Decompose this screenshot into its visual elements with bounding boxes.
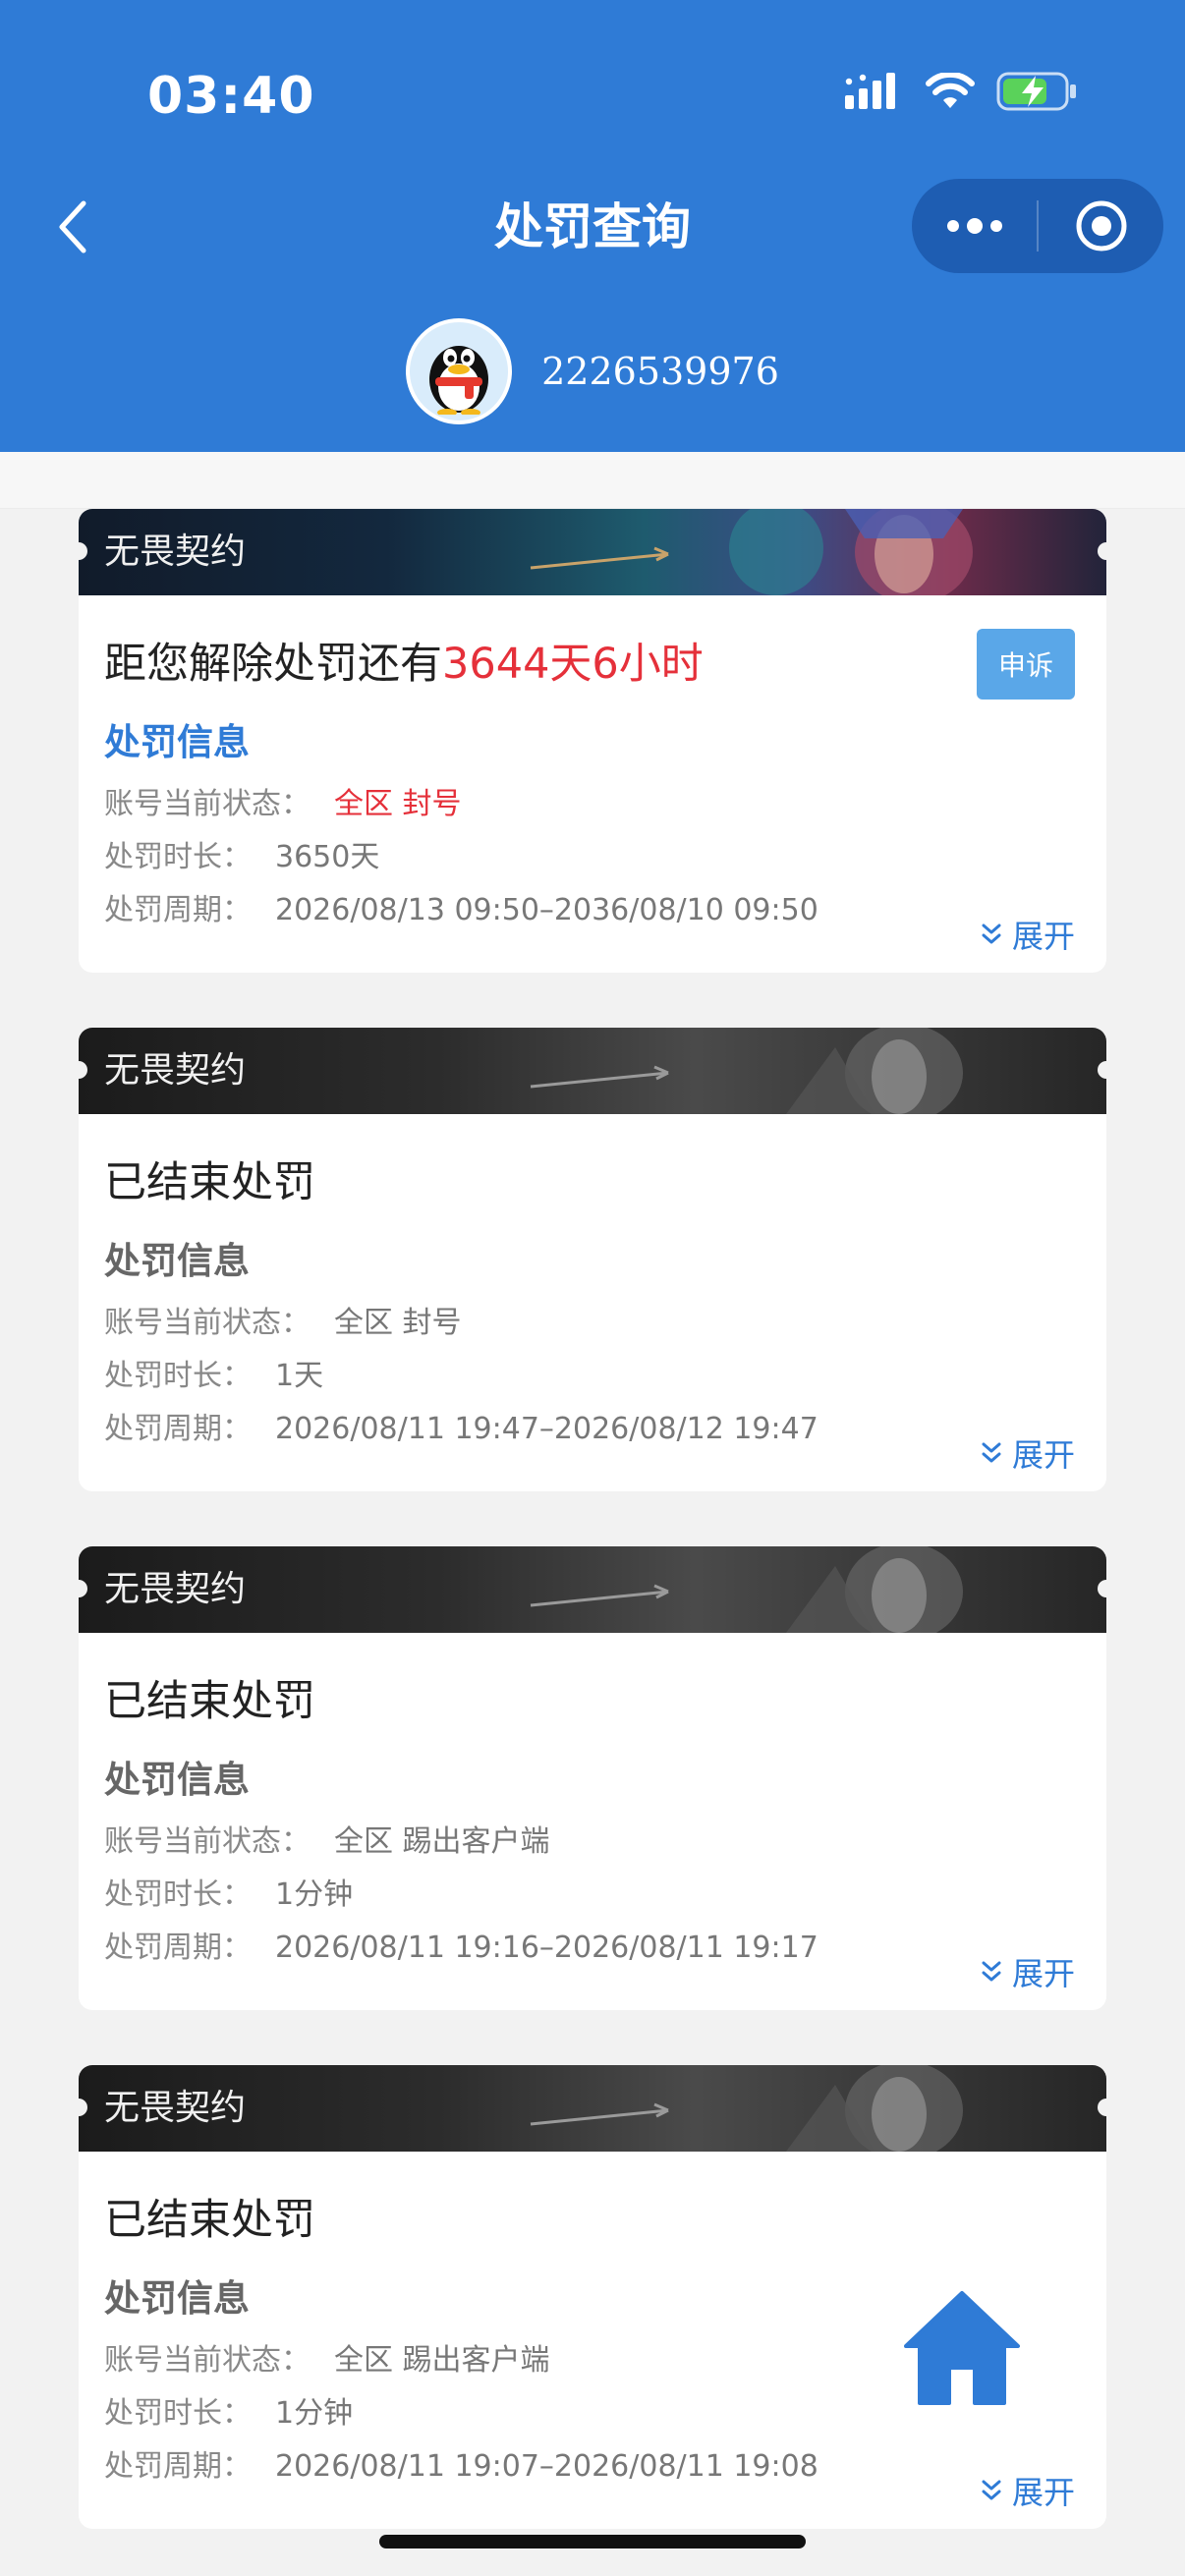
period-row: 处罚周期： 2026/08/11 19:07–2026/08/11 19:08 bbox=[104, 2440, 1081, 2493]
duration-label: 处罚时长： bbox=[104, 2396, 252, 2431]
status-label: 账号当前状态： bbox=[104, 2343, 310, 2378]
card-body: 已结束处罚 处罚信息 账号当前状态： 全区 踢出客户端 处罚时长： 1分钟 处罚周期… bbox=[79, 1633, 1106, 1975]
banner-artwork bbox=[530, 2065, 963, 2152]
card-body: 距您解除处罚还有3644天6小时 申诉 处罚信息 账号当前状态： 全区 封号 处罚… bbox=[79, 595, 1106, 937]
game-name: 无畏契约 bbox=[104, 1569, 247, 1609]
card-title: 已结束处罚 bbox=[104, 1677, 315, 1726]
status-value: 全区 封号 bbox=[334, 1306, 462, 1340]
duration-value: 3650天 bbox=[275, 840, 380, 874]
status-value: 全区 踢出客户端 bbox=[334, 1824, 550, 1859]
period-label: 处罚周期： bbox=[104, 1412, 252, 1446]
expand-button[interactable]: 展开 bbox=[981, 1430, 1075, 1476]
expand-label: 展开 bbox=[1011, 1436, 1075, 1474]
duration-value: 1分钟 bbox=[275, 2396, 354, 2431]
duration-row: 处罚时长： 1分钟 bbox=[104, 1869, 1081, 1922]
appeal-button[interactable]: 申诉 bbox=[977, 629, 1075, 700]
duration-value: 1天 bbox=[275, 1359, 324, 1393]
banner-notch bbox=[79, 542, 87, 560]
double-chevron-down-icon bbox=[982, 1961, 1001, 1982]
user-id: 2226539976 bbox=[541, 350, 779, 393]
game-banner: 无畏契约 bbox=[79, 509, 1106, 595]
penguin-avatar-icon bbox=[429, 346, 489, 415]
period-value: 2026/08/11 19:07–2026/08/11 19:08 bbox=[275, 2449, 818, 2484]
expand-label: 展开 bbox=[1011, 2474, 1075, 2511]
period-label: 处罚周期： bbox=[104, 2449, 252, 2484]
card-title: 已结束处罚 bbox=[104, 1158, 315, 1207]
period-label: 处罚周期： bbox=[104, 893, 252, 927]
penalty-card-active: 无畏契约 距您解除处罚还有3644天6小时 申诉 处罚信息 账号当前状态： 全区 … bbox=[79, 509, 1106, 973]
double-chevron-down-icon bbox=[982, 2480, 1001, 2500]
banner-notch bbox=[79, 1061, 87, 1079]
status-label: 账号当前状态： bbox=[104, 787, 310, 821]
wifi-icon bbox=[926, 73, 975, 108]
signal-icon bbox=[845, 73, 895, 109]
penalty-card: 无畏契约 已结束处罚 处罚信息 账号当前状态： 全区 封号 处罚时长： 1天 处罚周… bbox=[79, 1028, 1106, 1491]
home-button[interactable] bbox=[902, 2289, 1022, 2407]
duration-label: 处罚时长： bbox=[104, 1877, 252, 1912]
home-indicator bbox=[379, 2535, 806, 2548]
period-row: 处罚周期： 2026/08/13 09:50–2036/08/10 09:50 bbox=[104, 884, 1081, 937]
duration-label: 处罚时长： bbox=[104, 1359, 252, 1393]
game-name: 无畏契约 bbox=[104, 2088, 247, 2128]
status-row: 账号当前状态： 全区 封号 bbox=[104, 778, 1081, 831]
duration-value: 1分钟 bbox=[275, 1877, 354, 1912]
home-icon bbox=[904, 2291, 1020, 2405]
period-value: 2026/08/13 09:50–2036/08/10 09:50 bbox=[275, 893, 818, 927]
section-title: 处罚信息 bbox=[104, 1240, 250, 1282]
header-strip bbox=[0, 452, 1185, 509]
status-value: 全区 封号 bbox=[334, 787, 462, 821]
status-label: 账号当前状态： bbox=[104, 1824, 310, 1859]
expand-label: 展开 bbox=[1011, 918, 1075, 955]
duration-row: 处罚时长： 1天 bbox=[104, 1350, 1081, 1403]
expand-button[interactable]: 展开 bbox=[981, 1949, 1075, 1994]
target-circle-icon bbox=[1076, 200, 1126, 252]
close-miniprogram-button[interactable] bbox=[1039, 179, 1163, 273]
status-time: 03:40 bbox=[147, 67, 315, 126]
banner-artwork bbox=[530, 1546, 963, 1633]
period-value: 2026/08/11 19:16–2026/08/11 19:17 bbox=[275, 1931, 818, 1965]
status-icons bbox=[843, 71, 1079, 112]
double-chevron-down-icon bbox=[982, 1442, 1001, 1463]
period-label: 处罚周期： bbox=[104, 1931, 252, 1965]
status-row: 账号当前状态： 全区 踢出客户端 bbox=[104, 1816, 1081, 1869]
period-row: 处罚周期： 2026/08/11 19:47–2026/08/12 19:47 bbox=[104, 1403, 1081, 1456]
penalty-card: 无畏契约 已结束处罚 处罚信息 账号当前状态： 全区 踢出客户端 处罚时长： 1分钟… bbox=[79, 1546, 1106, 2010]
banner-artwork bbox=[530, 509, 973, 595]
more-button[interactable] bbox=[912, 179, 1037, 273]
banner-notch bbox=[79, 2099, 87, 2116]
miniprogram-capsule bbox=[912, 179, 1163, 273]
more-dots-icon bbox=[946, 218, 1002, 234]
game-banner: 无畏契约 bbox=[79, 2065, 1106, 2152]
expand-button[interactable]: 展开 bbox=[981, 912, 1075, 957]
status-label: 账号当前状态： bbox=[104, 1306, 310, 1340]
remaining-time-title: 距您解除处罚还有3644天6小时 bbox=[104, 595, 1081, 694]
remaining-prefix: 距您解除处罚还有 bbox=[104, 640, 442, 689]
game-banner: 无畏契约 bbox=[79, 1546, 1106, 1633]
section-title: 处罚信息 bbox=[104, 1759, 250, 1801]
remaining-time: 3644天6小时 bbox=[442, 640, 704, 689]
banner-notch bbox=[79, 1580, 87, 1597]
game-name: 无畏契约 bbox=[104, 532, 247, 572]
period-row: 处罚周期： 2026/08/11 19:16–2026/08/11 19:17 bbox=[104, 1922, 1081, 1975]
header: 03:40 处罚查询 2226539976 bbox=[0, 0, 1185, 452]
banner-artwork bbox=[530, 1028, 963, 1114]
expand-label: 展开 bbox=[1011, 1955, 1075, 1992]
avatar bbox=[406, 318, 513, 424]
section-title: 处罚信息 bbox=[104, 721, 250, 763]
duration-row: 处罚时长： 3650天 bbox=[104, 831, 1081, 884]
expand-button[interactable]: 展开 bbox=[981, 2468, 1075, 2513]
game-banner: 无畏契约 bbox=[79, 1028, 1106, 1114]
card-title: 已结束处罚 bbox=[104, 2196, 315, 2245]
double-chevron-down-icon bbox=[982, 924, 1001, 944]
duration-label: 处罚时长： bbox=[104, 840, 252, 874]
battery-charging-icon bbox=[996, 72, 1076, 111]
user-row: 2226539976 bbox=[0, 318, 1185, 424]
period-value: 2026/08/11 19:47–2026/08/12 19:47 bbox=[275, 1412, 818, 1446]
status-row: 账号当前状态： 全区 封号 bbox=[104, 1297, 1081, 1350]
status-value: 全区 踢出客户端 bbox=[334, 2343, 550, 2378]
card-body: 已结束处罚 处罚信息 账号当前状态： 全区 封号 处罚时长： 1天 处罚周期： 202… bbox=[79, 1114, 1106, 1456]
game-name: 无畏契约 bbox=[104, 1050, 247, 1091]
